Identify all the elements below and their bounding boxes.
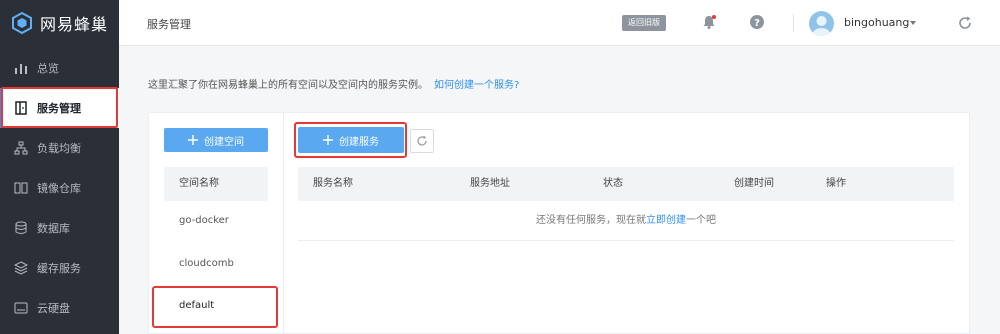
- topbar-divider: [793, 14, 794, 32]
- load-balance-icon: [14, 141, 28, 155]
- column-header-service-address: 服务地址: [470, 178, 510, 189]
- sidebar-item-overview[interactable]: 总览: [0, 48, 119, 88]
- page-title: 服务管理: [147, 18, 191, 31]
- intro-description: 这里汇聚了你在网易蜂巢上的所有空间以及空间内的服务实例。: [148, 80, 428, 91]
- refresh-icon: [417, 135, 427, 146]
- refresh-services-button[interactable]: [410, 129, 434, 153]
- bell-icon[interactable]: [701, 14, 717, 30]
- highlight-box-default: [152, 286, 278, 328]
- highlight-box-nav: [1, 87, 118, 128]
- sidebar-item-cloud-disk[interactable]: 云硬盘: [0, 288, 119, 328]
- empty-state-row: 还没有任何服务，现在就立即创建一个吧: [298, 201, 954, 241]
- svg-text:?: ?: [754, 18, 760, 29]
- user-avatar-icon: [812, 16, 831, 36]
- intro-text: 这里汇聚了你在网易蜂巢上的所有空间以及空间内的服务实例。 如何创建一个服务?: [148, 76, 519, 91]
- brand-logo[interactable]: 网易蜂巢: [0, 0, 119, 46]
- space-item-cloudcomb[interactable]: cloudcomb: [164, 258, 268, 269]
- create-space-label: 创建空间: [204, 136, 244, 148]
- bar-chart-icon: [15, 64, 27, 74]
- help-icon[interactable]: ?: [749, 14, 765, 30]
- sidebar-item-label: 缓存服务: [37, 262, 81, 275]
- sidebar-item-image-repo[interactable]: 镜像仓库: [0, 168, 119, 208]
- empty-state-prefix: 还没有任何服务，现在就: [536, 215, 646, 226]
- create-space-button[interactable]: 创建空间: [164, 128, 268, 152]
- column-header-actions: 操作: [826, 178, 846, 189]
- create-now-link[interactable]: 立即创建: [646, 215, 686, 226]
- column-header-status: 状态: [603, 178, 623, 189]
- cache-layers-icon: [14, 261, 28, 275]
- return-old-version-button[interactable]: 返回旧版: [622, 15, 666, 31]
- avatar[interactable]: [809, 11, 834, 36]
- sidebar-item-label: 云硬盘: [37, 302, 70, 315]
- database-icon: [15, 221, 27, 234]
- chevron-down-icon[interactable]: [908, 18, 918, 28]
- column-header-created-time: 创建时间: [734, 178, 774, 189]
- sidebar-item-label: 负载均衡: [37, 142, 81, 155]
- space-list-header: 空间名称: [164, 167, 268, 201]
- plus-icon: [188, 135, 198, 145]
- refresh-icon[interactable]: [957, 15, 973, 31]
- sidebar-item-label: 数据库: [37, 222, 70, 235]
- sidebar-item-load-balance[interactable]: 负载均衡: [0, 128, 119, 168]
- brand-name: 网易蜂巢: [40, 15, 109, 34]
- space-item-go-docker[interactable]: go-docker: [164, 215, 268, 226]
- top-bar: 服务管理 返回旧版 ? bingohuang: [119, 0, 1000, 46]
- column-header-service-name: 服务名称: [313, 178, 353, 189]
- image-repo-icon: [14, 182, 28, 194]
- highlight-box-create-service: [294, 122, 407, 158]
- hive-logo-icon: [12, 11, 32, 35]
- sidebar-item-label: 总览: [37, 62, 59, 75]
- how-to-create-service-link[interactable]: 如何创建一个服务?: [434, 80, 519, 91]
- username[interactable]: bingohuang: [844, 16, 909, 29]
- cloud-disk-icon: [14, 302, 28, 314]
- sidebar-item-cache[interactable]: 缓存服务: [0, 248, 119, 288]
- empty-state-suffix: 一个吧: [686, 215, 716, 226]
- service-table-header: 服务名称 服务地址 状态 创建时间 操作: [298, 167, 954, 201]
- sidebar-item-label: 镜像仓库: [37, 182, 81, 195]
- sidebar-item-database[interactable]: 数据库: [0, 208, 119, 248]
